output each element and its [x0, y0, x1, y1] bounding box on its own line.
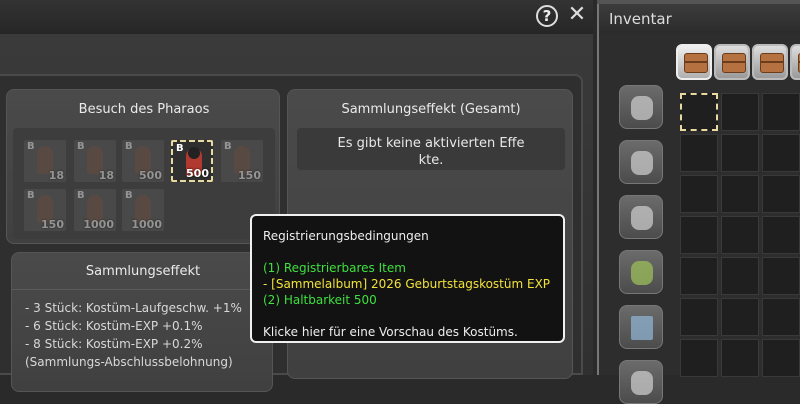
chest-icon: [722, 53, 746, 73]
effect-panel: Sammlungseffekt - 3 Stück: Kostüm-Laufge…: [11, 252, 274, 392]
item-count: 1000: [131, 218, 162, 231]
collection-item[interactable]: B 150: [221, 140, 263, 182]
item-badge: B: [77, 190, 85, 201]
item-badge: B: [176, 143, 184, 154]
item-badge: B: [125, 190, 133, 201]
tooltip-condition-1: (1) Registrierbares Item: [263, 261, 406, 275]
inventory-slot[interactable]: [680, 216, 718, 254]
item-badge: B: [125, 141, 133, 152]
collection-item[interactable]: B 500: [122, 140, 164, 182]
inventory-tab[interactable]: [714, 44, 750, 80]
pouch-icon: [631, 151, 653, 175]
item-tooltip[interactable]: Registrierungsbedingungen (1) Registrier…: [250, 214, 565, 343]
inventory-slot[interactable]: [762, 93, 800, 131]
effect-line: - 3 Stück: Kostüm-Laufgeschw. +1%: [25, 301, 242, 315]
item-badge: B: [27, 141, 35, 152]
effect-title: Sammlungseffekt: [85, 264, 201, 279]
costume-head-icon: [188, 147, 200, 159]
collection-item[interactable]: B 150: [24, 189, 66, 231]
inventory-category[interactable]: [619, 195, 663, 239]
total-effect-empty: Es gibt keine aktivierten Effe: [337, 136, 525, 151]
inventory-category[interactable]: [619, 250, 663, 294]
quiver-icon: [631, 206, 653, 230]
effect-line: (Sammlungs-Abschlussbelohnung): [25, 355, 233, 369]
inventory-slot[interactable]: [680, 134, 718, 172]
item-badge: B: [27, 190, 35, 201]
tooltip-heading: Registrierungsbedingungen: [263, 229, 429, 243]
collection-item[interactable]: B 1000: [122, 189, 164, 231]
inventory-slot[interactable]: [762, 175, 800, 213]
item-count: 500: [139, 169, 162, 182]
inventory-slot[interactable]: [721, 257, 759, 295]
total-effect-box: Es gibt keine aktivierten Effe kte.: [297, 128, 565, 170]
inventory-slot[interactable]: [762, 134, 800, 172]
inventory-slot[interactable]: [762, 257, 800, 295]
collection-item[interactable]: B 18: [24, 140, 66, 182]
golf-bag-icon: [631, 261, 653, 285]
window-titlebar[interactable]: ? ✕: [0, 0, 593, 34]
item-count: 150: [41, 218, 64, 231]
collection-title: Besuch des Pharaos: [78, 102, 210, 117]
inventory-slot[interactable]: [721, 216, 759, 254]
inventory-slot[interactable]: [680, 257, 718, 295]
inventory-slot[interactable]: [721, 298, 759, 336]
close-button[interactable]: ✕: [567, 3, 587, 27]
inventory-tab[interactable]: [752, 44, 788, 80]
inventory-category[interactable]: [619, 360, 663, 404]
inventory-slot[interactable]: [680, 175, 718, 213]
item-count: 1000: [83, 218, 114, 231]
effect-line: - 8 Stück: Kostüm-EXP +0.2%: [25, 337, 203, 351]
inventory-slot[interactable]: [721, 175, 759, 213]
chest-icon: [684, 53, 708, 73]
item-count: 18: [48, 169, 64, 182]
inventory-slot[interactable]: [680, 298, 718, 336]
inventory-slot[interactable]: [762, 216, 800, 254]
tooltip-condition-2: (2) Haltbarkeit 500: [263, 293, 377, 307]
inventory-tab[interactable]: [790, 44, 800, 80]
collection-item[interactable]: B 18: [74, 140, 116, 182]
inventory-category[interactable]: [619, 140, 663, 184]
inventory-category[interactable]: [619, 85, 663, 129]
item-count: 150: [238, 169, 261, 182]
inventory-category[interactable]: [619, 305, 663, 349]
collection-item[interactable]: B 1000: [74, 189, 116, 231]
total-effect-empty-cont: kte.: [418, 153, 444, 168]
item-badge: B: [224, 141, 232, 152]
item-badge: B: [77, 141, 85, 152]
collection-item[interactable]: B 500: [171, 140, 213, 182]
inventory-tab[interactable]: [676, 44, 712, 80]
inventory-title[interactable]: Inventar: [599, 4, 800, 34]
effect-line: - 6 Stück: Kostüm-EXP +0.1%: [25, 319, 203, 333]
inventory-slot[interactable]: [721, 134, 759, 172]
inventory-slot[interactable]: [762, 298, 800, 336]
bag-icon: [631, 96, 653, 120]
inventory-slot[interactable]: [721, 339, 759, 377]
cabinet-icon: [631, 316, 653, 340]
inventory-slot[interactable]: [721, 93, 759, 131]
help-button[interactable]: ?: [536, 5, 558, 27]
divider: [12, 289, 274, 290]
item-count: 18: [98, 169, 114, 182]
inventory-slot[interactable]: [680, 339, 718, 377]
total-effect-title: Sammlungseffekt (Gesamt): [341, 102, 521, 117]
chest-icon: [760, 53, 784, 73]
tooltip-preview-hint: Klicke hier für eine Vorschau des Kostüm…: [263, 325, 518, 339]
inventory-slot[interactable]: [680, 93, 718, 131]
inventory-slot[interactable]: [762, 339, 800, 377]
tooltip-condition-item: - [Sammelalbum] 2026 Geburtstagskostüm E…: [263, 277, 551, 291]
item-count: 500: [186, 167, 209, 180]
